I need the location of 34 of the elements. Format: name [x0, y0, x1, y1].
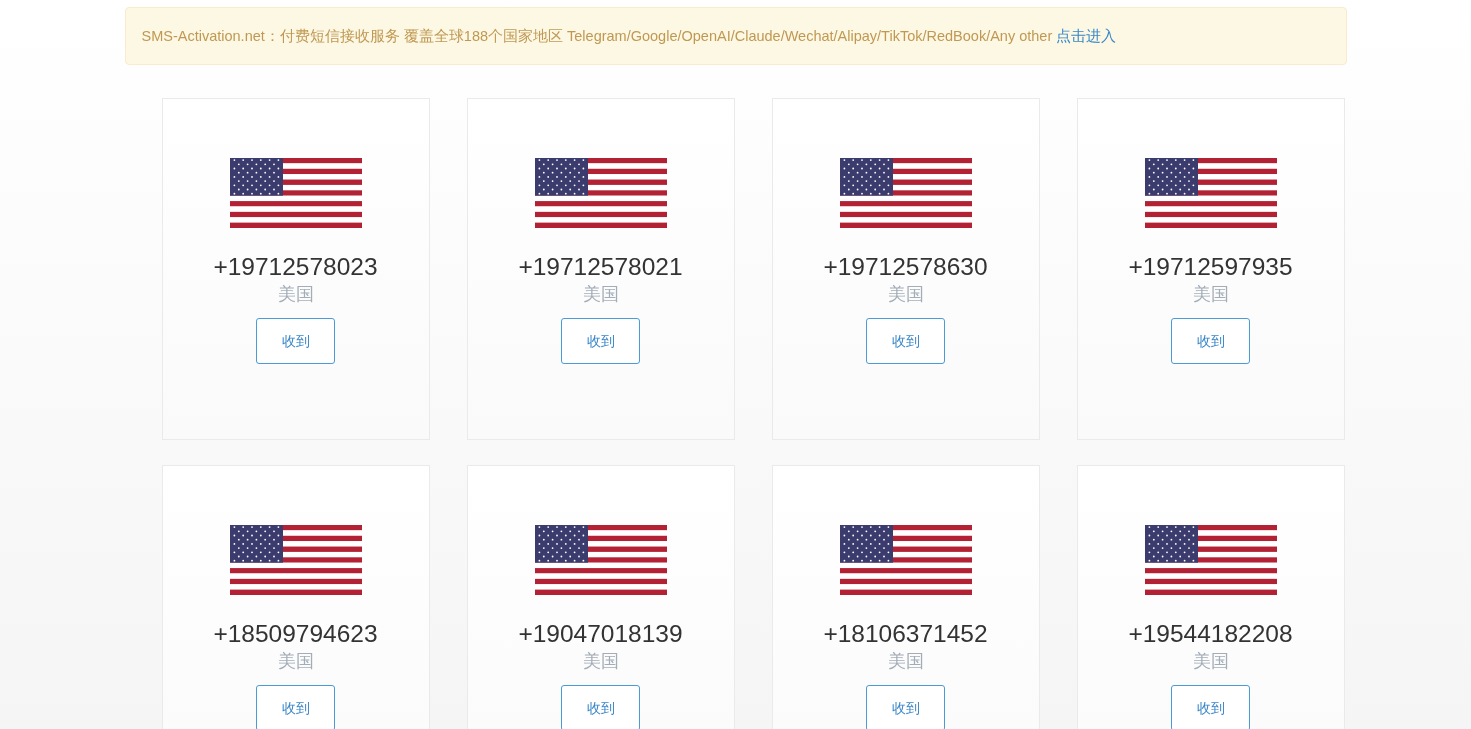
- phone-number: +18106371452: [823, 619, 988, 649]
- country-name: 美国: [1192, 650, 1229, 673]
- receive-button[interactable]: 收到: [256, 318, 335, 364]
- receive-button[interactable]: 收到: [1171, 685, 1250, 729]
- flag-icon: [229, 158, 362, 228]
- receive-button[interactable]: 收到: [561, 318, 640, 364]
- phone-number: +19712578021: [518, 252, 683, 282]
- country-name: 美国: [887, 283, 924, 306]
- phone-number: +19047018139: [518, 619, 683, 649]
- phone-number: +19712578630: [823, 252, 988, 282]
- country-name: 美国: [582, 650, 619, 673]
- phone-number: +19544182208: [1128, 619, 1293, 649]
- receive-button[interactable]: 收到: [256, 685, 335, 729]
- country-name: 美国: [1192, 283, 1229, 306]
- country-name: 美国: [277, 283, 314, 306]
- flag-icon: [534, 158, 667, 228]
- flag-icon: [1144, 158, 1277, 228]
- phone-number: +19712578023: [213, 252, 378, 282]
- enter-link[interactable]: 点击进入: [1056, 28, 1117, 44]
- flag-icon: [229, 525, 362, 595]
- phone-number: +19712597935: [1128, 252, 1293, 282]
- notice-text: SMS-Activation.net：付费短信接收服务 覆盖全球188个国家地区 Telegram/Google/OpenAI/Claude/Wechat/Alipay/TikTok/RedBook/Any other 点击进入: [124, 7, 1347, 65]
- phone-number: +18509794623: [213, 619, 378, 649]
- receive-button[interactable]: 收到: [1171, 318, 1250, 364]
- receive-button[interactable]: 收到: [866, 318, 945, 364]
- flag-icon: [534, 525, 667, 595]
- receive-button[interactable]: 收到: [866, 685, 945, 729]
- country-name: 美国: [887, 650, 924, 673]
- country-name: 美国: [277, 650, 314, 673]
- flag-icon: [839, 525, 972, 595]
- flag-icon: [839, 158, 972, 228]
- country-name: 美国: [582, 283, 619, 306]
- receive-button[interactable]: 收到: [561, 685, 640, 729]
- flag-icon: [1144, 525, 1277, 595]
